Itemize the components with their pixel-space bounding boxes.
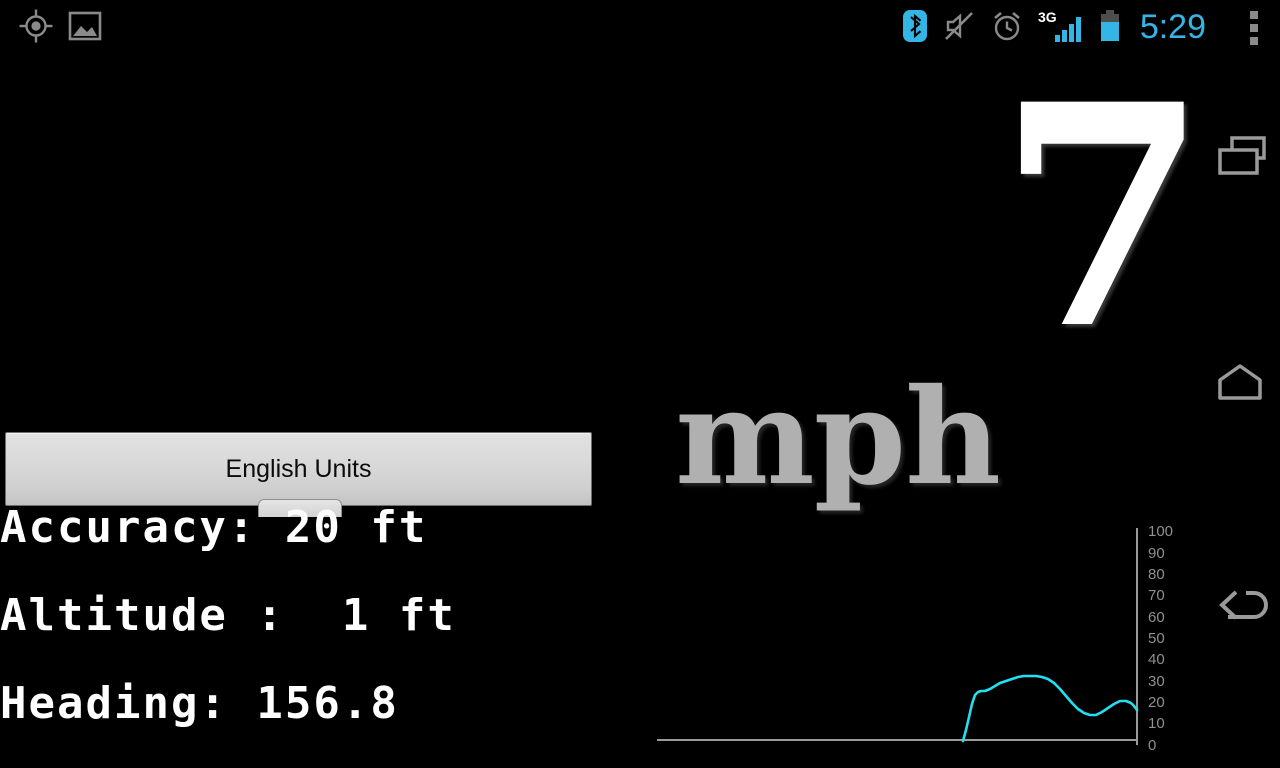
speed-history-line xyxy=(961,674,1139,743)
overflow-dot xyxy=(1250,37,1258,45)
y-tick-0: 0 xyxy=(1148,737,1157,754)
y-tick-60: 60 xyxy=(1148,609,1165,626)
speed-value: 7 xyxy=(996,38,1209,396)
status-bar-left-icons xyxy=(0,0,102,56)
overflow-dot xyxy=(1250,11,1258,19)
altitude-readout: Altitude : 1 ft xyxy=(0,590,456,641)
recent-apps-icon[interactable] xyxy=(1208,126,1272,191)
units-toggle-button[interactable]: English Units xyxy=(5,432,592,506)
back-icon[interactable] xyxy=(1208,578,1272,639)
home-icon[interactable] xyxy=(1208,356,1272,413)
y-tick-70: 70 xyxy=(1148,587,1165,604)
y-tick-80: 80 xyxy=(1148,566,1165,583)
overflow-dot xyxy=(1250,24,1258,32)
screenshot-image-icon xyxy=(68,9,102,48)
y-tick-100: 100 xyxy=(1148,523,1174,540)
y-tick-30: 30 xyxy=(1148,673,1165,690)
speed-history-graph: 100 90 80 70 60 50 40 30 20 10 0 xyxy=(650,505,1210,768)
y-tick-90: 90 xyxy=(1148,545,1165,562)
speed-history-chart xyxy=(657,528,1139,745)
y-tick-10: 10 xyxy=(1148,715,1165,732)
speed-units-label: mph xyxy=(675,360,1001,515)
accuracy-readout: Accuracy: 20 ft xyxy=(0,502,428,553)
network-type-text: 3G xyxy=(1038,9,1057,25)
y-tick-20: 20 xyxy=(1148,694,1165,711)
y-tick-50: 50 xyxy=(1148,630,1165,647)
gps-location-icon xyxy=(18,8,54,49)
heading-readout: Heading: 156.8 xyxy=(0,678,399,729)
bluetooth-icon xyxy=(902,9,928,48)
overflow-menu-button[interactable] xyxy=(1242,5,1266,51)
y-tick-40: 40 xyxy=(1148,651,1165,668)
mute-icon xyxy=(942,9,976,48)
